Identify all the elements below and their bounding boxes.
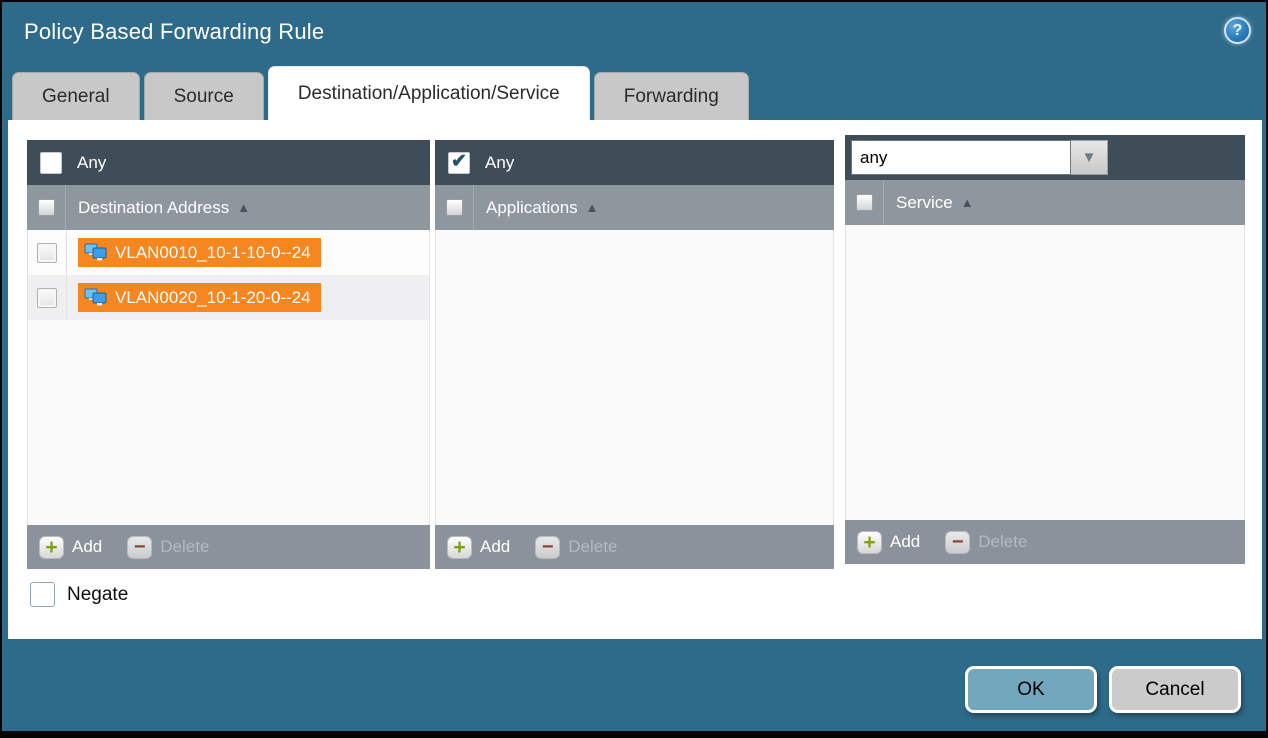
tab-content: Any Destination Address ▲ <box>8 120 1262 639</box>
service-column-header[interactable]: Service ▲ <box>845 180 1245 225</box>
check-icon: ✔ <box>451 150 467 173</box>
applications-add-button[interactable]: Add <box>480 537 510 557</box>
ok-button[interactable]: OK <box>965 666 1097 713</box>
service-panel: ▼ Service ▲ + Add − Delete <box>845 135 1245 564</box>
row-checkbox[interactable] <box>37 243 57 263</box>
service-dropdown-bar: ▼ <box>845 135 1245 180</box>
applications-any-label: Any <box>485 153 514 173</box>
applications-column-header[interactable]: Applications ▲ <box>435 185 834 230</box>
dialog-title: Policy Based Forwarding Rule <box>24 19 324 45</box>
service-delete-button[interactable]: Delete <box>978 532 1027 552</box>
address-object-label: VLAN0010_10-1-10-0--24 <box>115 243 311 263</box>
table-row: VLAN0020_10-1-20-0--24 <box>28 275 429 320</box>
destination-any-bar: Any <box>27 140 430 185</box>
delete-icon[interactable]: − <box>127 536 152 559</box>
add-icon[interactable]: + <box>857 531 882 554</box>
destination-any-checkbox[interactable] <box>40 152 62 174</box>
sort-asc-icon: ▲ <box>961 195 974 210</box>
destination-add-button[interactable]: Add <box>72 537 102 557</box>
destination-column-header[interactable]: Destination Address ▲ <box>27 185 430 230</box>
applications-delete-button[interactable]: Delete <box>568 537 617 557</box>
add-icon[interactable]: + <box>39 536 64 559</box>
delete-icon[interactable]: − <box>945 531 970 554</box>
tab-forwarding[interactable]: Forwarding <box>594 72 749 120</box>
negate-control: Negate <box>30 582 128 607</box>
row-checkbox[interactable] <box>37 288 57 308</box>
service-list <box>845 225 1245 520</box>
destination-action-bar: + Add − Delete <box>27 525 430 569</box>
sort-asc-icon: ▲ <box>237 200 250 215</box>
service-add-button[interactable]: Add <box>890 532 920 552</box>
negate-label: Negate <box>67 584 128 606</box>
service-dropdown-button[interactable]: ▼ <box>1071 140 1108 175</box>
address-object-label: VLAN0020_10-1-20-0--24 <box>115 288 311 308</box>
destination-header-label: Destination Address <box>78 198 229 218</box>
service-action-bar: + Add − Delete <box>845 520 1245 564</box>
table-row: VLAN0010_10-1-10-0--24 <box>28 230 429 275</box>
network-icon <box>84 243 108 262</box>
applications-any-bar: ✔ Any <box>435 140 834 185</box>
add-icon[interactable]: + <box>447 536 472 559</box>
service-header-label: Service <box>896 193 953 213</box>
applications-panel: ✔ Any Applications ▲ + Add − Delete <box>435 140 834 569</box>
network-icon <box>84 288 108 307</box>
service-dropdown-input[interactable] <box>851 140 1071 175</box>
tab-destination-application-service[interactable]: Destination/Application/Service <box>268 66 590 120</box>
chevron-down-icon: ▼ <box>1082 149 1097 166</box>
destination-delete-button[interactable]: Delete <box>160 537 209 557</box>
applications-any-checkbox[interactable]: ✔ <box>448 152 470 174</box>
sort-asc-icon: ▲ <box>586 200 599 215</box>
applications-list <box>435 230 834 525</box>
help-icon[interactable]: ? <box>1224 17 1251 44</box>
policy-based-forwarding-dialog: Policy Based Forwarding Rule ? General S… <box>0 0 1268 738</box>
tab-general[interactable]: General <box>12 72 140 120</box>
delete-icon[interactable]: − <box>535 536 560 559</box>
tab-bar: General Source Destination/Application/S… <box>12 66 753 120</box>
address-object-chip[interactable]: VLAN0020_10-1-20-0--24 <box>78 283 321 312</box>
destination-select-all-checkbox[interactable] <box>38 199 55 216</box>
destination-any-label: Any <box>77 153 106 173</box>
service-select-all-checkbox[interactable] <box>856 194 873 211</box>
tab-source[interactable]: Source <box>144 72 264 120</box>
applications-select-all-checkbox[interactable] <box>446 199 463 216</box>
service-combo: ▼ <box>851 140 1108 175</box>
applications-header-label: Applications <box>486 198 578 218</box>
applications-action-bar: + Add − Delete <box>435 525 834 569</box>
negate-checkbox[interactable] <box>30 582 55 607</box>
destination-list: VLAN0010_10-1-10-0--24 VLAN <box>27 230 430 525</box>
cancel-button[interactable]: Cancel <box>1109 666 1241 713</box>
address-object-chip[interactable]: VLAN0010_10-1-10-0--24 <box>78 238 321 267</box>
destination-panel: Any Destination Address ▲ <box>27 140 430 569</box>
